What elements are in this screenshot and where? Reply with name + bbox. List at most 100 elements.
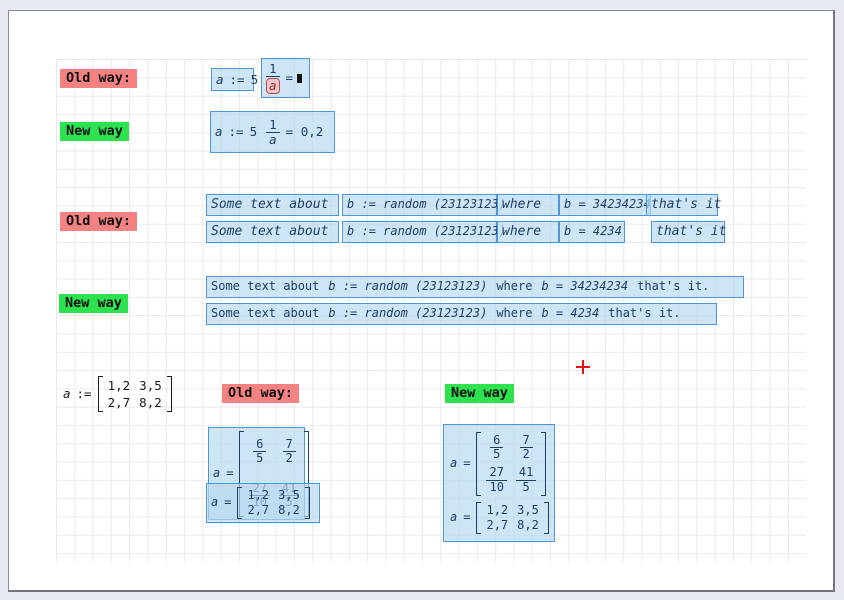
insertion-cursor-cross[interactable] [576,360,590,374]
text-region-where[interactable]: where [497,221,559,243]
expr: b := random (23123123) [347,225,506,238]
matrix-cell: 2,7 [247,504,269,517]
text-region-inline-row[interactable]: Some text about b := random (23123123) w… [206,276,744,298]
label-new-way-bottom[interactable]: New way [445,384,514,403]
equals-sign: = [463,457,470,470]
var-a: a [211,496,218,509]
var-a: a [450,511,457,524]
label-new-way-mid[interactable]: New way [59,294,128,313]
matrix-cell: 1,2 [486,504,508,517]
label-old-way-bottom[interactable]: Old way: [222,384,299,403]
equals-sign: = [463,511,470,524]
bracket-right [305,487,310,519]
matrix-cell: 2,7 [486,519,508,532]
expr: b = 34234234 [564,198,651,211]
fraction-denominator: a [267,133,279,147]
var-a: a [213,467,220,480]
math-region-random[interactable]: b := random (23123123) [342,221,497,243]
expression-line: a = 65 72 2710 415 [450,432,546,496]
matrix: 1,2 3,5 2,7 8,2 [476,502,548,534]
text: that's it [651,198,721,212]
math-region-a-assign[interactable]: a := 5 [211,68,254,91]
equals-sign: = [286,71,294,85]
text: Some text about [211,225,328,239]
math-region-matrix-definition[interactable]: a := 1,2 3,5 2,7 8,2 [63,372,172,415]
matrix: 1,2 3,5 2,7 8,2 [237,487,309,519]
matrix-cell-fraction: 72 [520,434,533,461]
text-region-thats-it[interactable]: that's it [646,194,718,216]
numerator: 27 [486,466,506,480]
matrix-cells: 65 72 2710 415 [481,432,541,496]
numerator: 6 [490,434,503,448]
matrix-cell-fraction: 72 [283,438,296,465]
equals-sign: = [224,496,231,509]
expr: b = 4234 [564,225,622,238]
denominator: 5 [254,452,265,465]
assign-operator: := [229,125,244,139]
var-a: a [215,125,223,139]
matrix-cells: 1,2 3,5 2,7 8,2 [481,502,543,534]
equals-sign: = [226,467,233,480]
error-variable-a[interactable]: a [266,78,280,94]
expression-line: a = 1,2 3,5 2,7 8,2 [450,502,549,534]
text: Some text about [211,198,328,212]
text: that's it [656,225,726,239]
expr: b := random (23123123) [328,280,487,293]
math-region-plain-matrix-result-overlapping[interactable]: a = 1,2 3,5 2,7 8,2 [206,483,320,523]
matrix-cell: 3,5 [139,378,162,393]
stacked-expressions: a = 65 72 2710 415 a = [450,432,549,534]
label-new-way-top[interactable]: New way [60,122,129,141]
matrix-cell: 1,2 [247,489,269,502]
math-region-new-way-matrix-results[interactable]: a = 65 72 2710 415 a = [443,424,555,542]
denominator: 5 [491,448,502,461]
text: where [496,280,532,293]
matrix-cell: 8,2 [278,504,300,517]
fraction: 1 a [266,118,280,147]
expr: b = 4234 [541,307,599,320]
expr: b = 34234234 [541,280,628,293]
placeholder-square[interactable] [297,74,302,83]
denominator: 10 [487,481,505,494]
math-region-random[interactable]: b := random (23123123) [342,194,497,216]
fraction-numerator: 1 [266,62,280,77]
matrix-cell-fraction: 2710 [486,466,506,493]
math-region-result[interactable]: b = 4234 [559,221,625,243]
matrix-cell: 1,2 [108,378,131,393]
app-window: Old way: a := 5 1 a = New way a := 5 1 a… [0,0,844,600]
text-region[interactable]: Some text about [206,194,339,216]
math-region-fraction-error[interactable]: 1 a = [261,58,310,98]
value-5: 5 [251,73,259,87]
text-region-inline-row[interactable]: Some text about b := random (23123123) w… [206,303,717,325]
value-5: 5 [250,125,258,139]
text: where [502,225,541,239]
label-old-way-mid[interactable]: Old way: [60,212,137,231]
matrix-cell-fraction: 415 [516,466,536,493]
text-region[interactable]: Some text about [206,221,339,243]
fraction-numerator: 1 [266,118,280,133]
var-a: a [216,73,224,87]
text: Some text about [211,280,319,293]
worksheet-page[interactable] [8,10,835,592]
assign-operator: := [77,386,92,401]
text-region-thats-it[interactable]: that's it [651,221,725,243]
label-old-way-top[interactable]: Old way: [60,69,137,88]
expr: b := random (23123123) [328,307,487,320]
text: where [496,307,532,320]
var-a: a [450,457,457,470]
assign-operator: := [230,73,245,87]
math-region-result[interactable]: b = 34234234 [559,194,651,216]
bracket-right [167,376,172,412]
matrix-cells: 1,2 3,5 2,7 8,2 [103,376,167,412]
numerator: 7 [283,438,296,452]
math-region-new-way-expr[interactable]: a := 5 1 a = 0,2 [210,111,335,153]
matrix-cell: 2,7 [108,395,131,410]
matrix-cell: 3,5 [278,489,300,502]
numerator: 41 [516,466,536,480]
matrix-cell-fraction: 65 [490,434,503,461]
matrix: 65 72 2710 415 [476,432,546,496]
result-value: = 0,2 [286,125,324,139]
text: that's it. [608,307,680,320]
denominator: 2 [521,448,532,461]
matrix-cell: 8,2 [517,519,539,532]
text-region-where[interactable]: where [497,194,559,216]
